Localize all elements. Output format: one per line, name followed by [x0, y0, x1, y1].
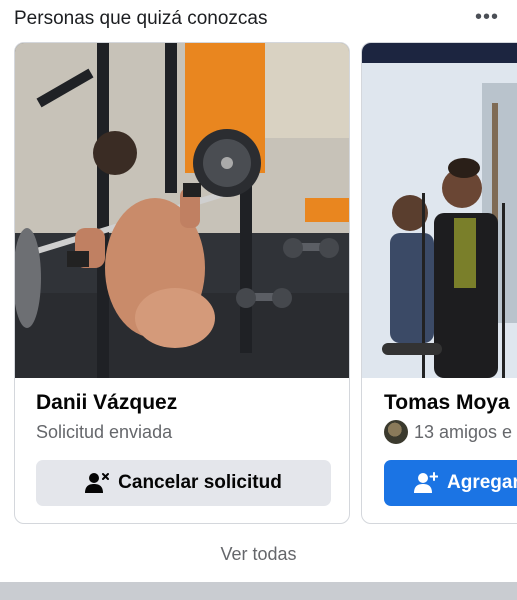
section-divider [0, 582, 517, 600]
mutual-friends-count[interactable]: 13 amigos e [414, 422, 512, 443]
see-all-link[interactable]: Ver todas [0, 544, 517, 565]
person-add-icon [414, 472, 438, 494]
person-name[interactable]: Danii Vázquez [36, 391, 177, 415]
person-card[interactable]: Tomas Moya 13 amigos e Agregar [361, 42, 517, 524]
person-card[interactable]: Danii Vázquez Solicitud enviada Cancelar… [14, 42, 350, 524]
more-horizontal-icon[interactable]: ••• [472, 6, 502, 28]
profile-photo[interactable] [362, 43, 517, 378]
request-status: Solicitud enviada [36, 422, 173, 442]
section-title: Personas que quizá conozcas [14, 8, 268, 29]
profile-photo[interactable] [15, 43, 349, 378]
section-header: Personas que quizá conozcas ••• [0, 0, 517, 40]
people-carousel[interactable]: Danii Vázquez Solicitud enviada Cancelar… [0, 40, 517, 535]
mutual-friend-avatar [384, 420, 408, 444]
person-name[interactable]: Tomas Moya [384, 391, 510, 415]
cancel-request-label: Cancelar solicitud [118, 472, 282, 493]
add-friend-label: Agregar [447, 472, 517, 493]
person-remove-icon [85, 472, 110, 494]
add-friend-button[interactable]: Agregar [384, 460, 517, 506]
cancel-request-button[interactable]: Cancelar solicitud [36, 460, 331, 506]
